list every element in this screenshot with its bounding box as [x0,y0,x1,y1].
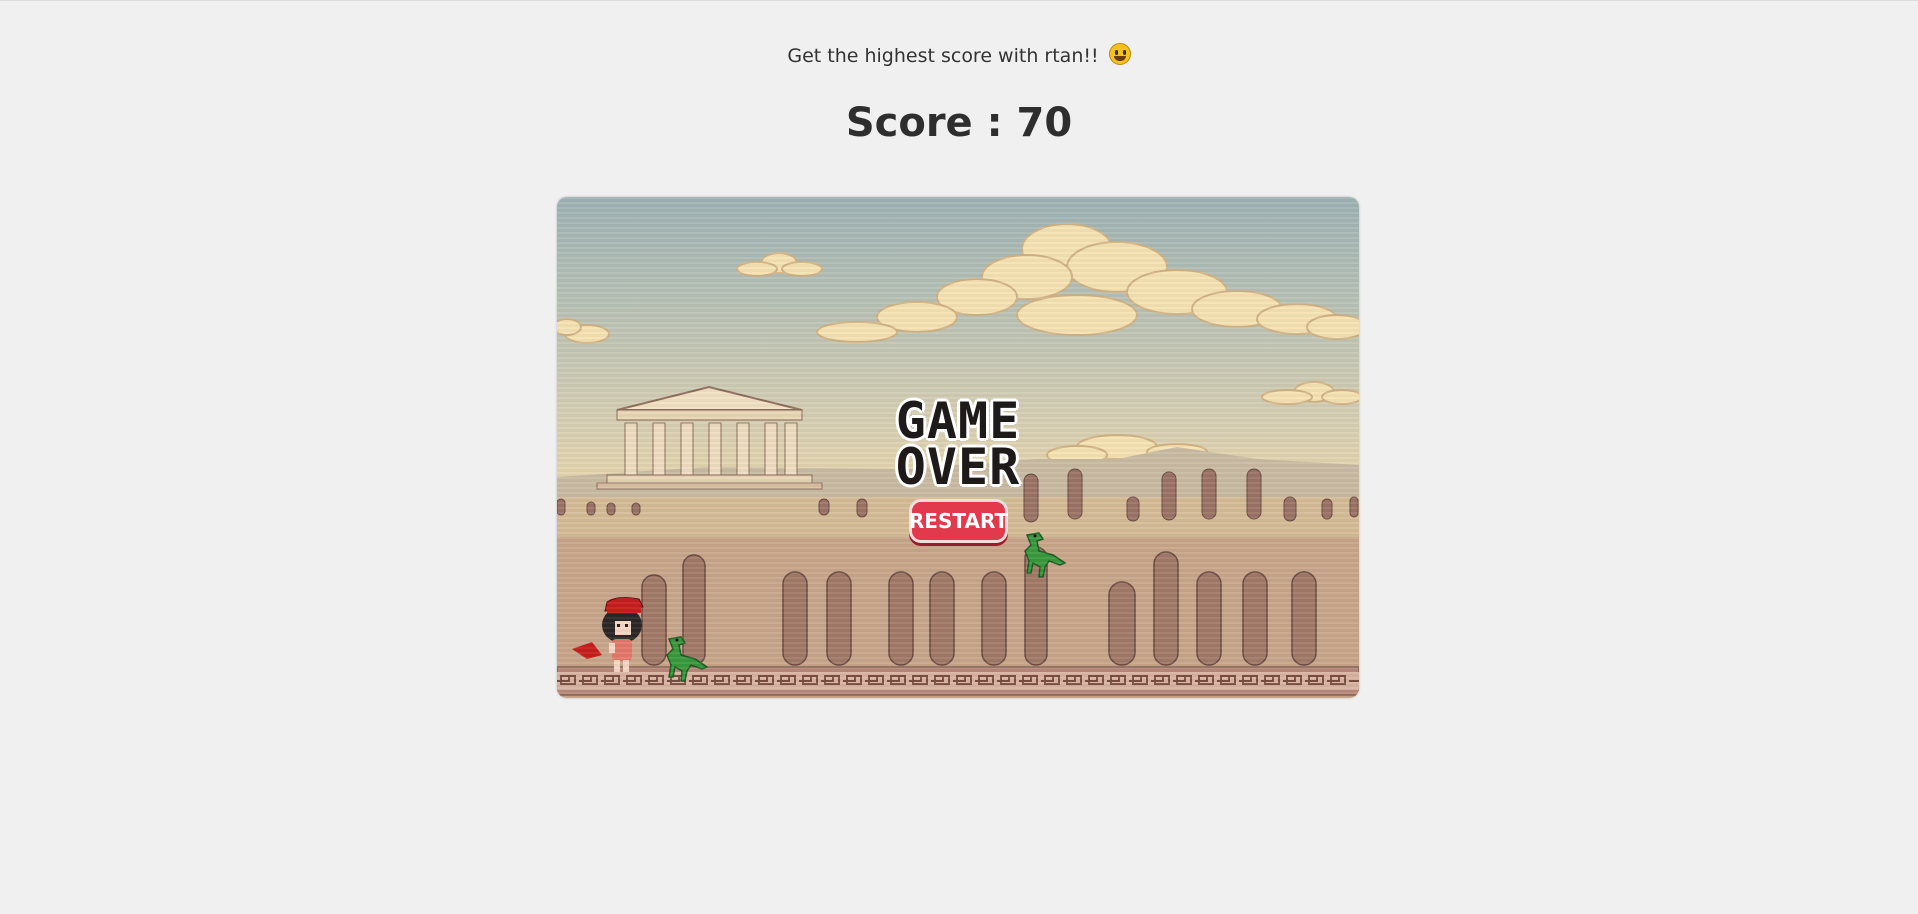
score-display: Score : 70 [845,100,1073,146]
top-divider [0,0,1918,1]
restart-button[interactable]: RESTART [909,499,1008,543]
greek-key-border [557,666,1359,696]
game-over-title: GAME OVER [858,396,1058,496]
cloud-bank-right [816,223,1359,343]
grinning-face-icon [1108,43,1131,65]
tagline: Get the highest score with rtan!! [0,43,1918,67]
cloud-small-left [557,252,823,344]
game-over-line-2: OVER [895,438,1021,496]
temple [596,385,823,490]
tagline-text: Get the highest score with rtan!! [787,45,1099,67]
